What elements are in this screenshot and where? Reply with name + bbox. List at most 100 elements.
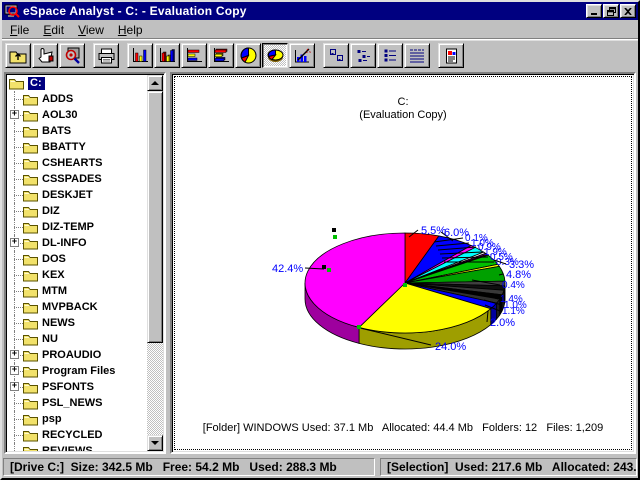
list-view-icon bbox=[383, 48, 398, 63]
tree-item-label: REVIEWS bbox=[42, 445, 93, 451]
expand-plus-icon[interactable]: + bbox=[10, 382, 19, 391]
restore-icon bbox=[607, 7, 616, 16]
tree-item-label: DIZ-TEMP bbox=[42, 221, 94, 233]
folder-icon bbox=[23, 157, 38, 170]
scroll-up-button[interactable] bbox=[147, 75, 163, 91]
folder-icon bbox=[23, 397, 38, 410]
tree-item-aol30[interactable]: +AOL30 bbox=[7, 107, 147, 123]
anchor-marker bbox=[322, 265, 326, 269]
hbar-chart-3d-button[interactable] bbox=[208, 43, 234, 68]
tree-item-bbatty[interactable]: BBATTY bbox=[7, 139, 147, 155]
anchor-marker bbox=[332, 228, 336, 232]
tree-item-proaudio[interactable]: +PROAUDIO bbox=[7, 347, 147, 363]
tree-item-bats[interactable]: BATS bbox=[7, 123, 147, 139]
details-view-button[interactable] bbox=[404, 43, 430, 68]
tree-item-recycled[interactable]: RECYCLED bbox=[7, 427, 147, 443]
tree-item-label: Program Files bbox=[42, 365, 115, 377]
hbar-chart-button[interactable] bbox=[181, 43, 207, 68]
pie-chart-icon bbox=[240, 47, 257, 64]
window-title: eSpace Analyst - C: - Evaluation Copy bbox=[23, 4, 585, 18]
folder-icon bbox=[23, 253, 38, 266]
details-view-icon bbox=[409, 48, 425, 63]
pie-chart-3d-button[interactable] bbox=[262, 43, 288, 68]
tree-item-diz[interactable]: DIZ bbox=[7, 203, 147, 219]
tree-item-label: psp bbox=[42, 413, 62, 425]
tree-line: + bbox=[9, 347, 23, 363]
analyze-zoom-button[interactable] bbox=[59, 43, 85, 68]
app-window: eSpace Analyst - C: - Evaluation Copy Fi… bbox=[0, 0, 640, 480]
large-icons-view-button[interactable] bbox=[323, 43, 349, 68]
tree-item-label: BBATTY bbox=[42, 141, 86, 153]
menu-file[interactable]: File bbox=[3, 21, 36, 39]
tree-item-cshearts[interactable]: CSHEARTS bbox=[7, 155, 147, 171]
folder-icon bbox=[23, 301, 38, 314]
hbar-chart-3d-icon bbox=[213, 48, 229, 63]
pointing-hand-icon bbox=[37, 48, 54, 63]
folder-icon bbox=[23, 333, 38, 346]
scrollbar-thumb[interactable] bbox=[147, 91, 163, 343]
expand-plus-icon[interactable]: + bbox=[10, 110, 19, 119]
tree-item-label: DESKJET bbox=[42, 189, 93, 201]
tree-item-program-files[interactable]: + Program Files bbox=[7, 363, 147, 379]
tree-item-psp[interactable]: psp bbox=[7, 411, 147, 427]
expand-plus-icon[interactable]: + bbox=[10, 366, 19, 375]
tree-item-psfonts[interactable]: +PSFONTS bbox=[7, 379, 147, 395]
small-icons-view-button[interactable] bbox=[350, 43, 376, 68]
close-button[interactable] bbox=[620, 4, 636, 18]
status-drive-panel: [Drive C:] Size: 342.5 Mb Free: 54.2 Mb … bbox=[3, 458, 375, 476]
folder-icon bbox=[23, 285, 38, 298]
tree-item-nu[interactable]: NU bbox=[7, 331, 147, 347]
tree-item-reviews[interactable]: REVIEWS bbox=[7, 443, 147, 451]
tree-item-csspades[interactable]: CSSPADES bbox=[7, 171, 147, 187]
report-button[interactable] bbox=[438, 43, 464, 68]
expand-plus-icon[interactable]: + bbox=[10, 350, 19, 359]
pie-chart-button[interactable] bbox=[235, 43, 261, 68]
folder-icon bbox=[23, 125, 38, 138]
expand-plus-icon[interactable]: + bbox=[10, 238, 19, 247]
bar-chart-button[interactable] bbox=[127, 43, 153, 68]
pie-chart-canvas[interactable]: 42.4%24.0%5.5%6.0%0.1%1.0%0.9%1.9%0.5%0.… bbox=[172, 74, 634, 452]
scroll-down-button[interactable] bbox=[147, 435, 163, 451]
tree-item-c-[interactable]: C: bbox=[7, 75, 147, 91]
anchor-marker bbox=[327, 268, 331, 272]
large-icons-icon bbox=[329, 48, 344, 63]
tree-scrollbar[interactable] bbox=[147, 75, 163, 451]
print-button[interactable] bbox=[93, 43, 119, 68]
title-bar[interactable]: eSpace Analyst - C: - Evaluation Copy bbox=[2, 2, 638, 20]
list-view-button[interactable] bbox=[377, 43, 403, 68]
anchor-marker bbox=[403, 283, 407, 287]
tree-line bbox=[9, 395, 23, 411]
pie-label: 42.4% bbox=[272, 263, 303, 275]
menu-view[interactable]: View bbox=[71, 21, 111, 39]
tree-item-diz-temp[interactable]: DIZ-TEMP bbox=[7, 219, 147, 235]
tree-item-label: CSSPADES bbox=[42, 173, 102, 185]
tree-item-kex[interactable]: KEX bbox=[7, 267, 147, 283]
tree-item-label: BATS bbox=[42, 125, 71, 137]
select-hand-button[interactable] bbox=[32, 43, 58, 68]
folder-tree: C:ADDS+AOL30 BATS BBATTY CSHEARTS CSSPADES DE… bbox=[7, 75, 147, 451]
bar-chart-3d-button[interactable] bbox=[154, 43, 180, 68]
arrow-down-icon bbox=[151, 441, 159, 445]
menu-edit[interactable]: Edit bbox=[36, 21, 71, 39]
folder-icon bbox=[23, 141, 38, 154]
tree-item-adds[interactable]: ADDS bbox=[7, 91, 147, 107]
minimize-button[interactable] bbox=[586, 4, 602, 18]
tree-item-psl-news[interactable]: PSL_NEWS bbox=[7, 395, 147, 411]
tree-line bbox=[9, 299, 23, 315]
tree-item-news[interactable]: NEWS bbox=[7, 315, 147, 331]
chart-panel: C: (Evaluation Copy) 42.4%24.0%5.5%6.0%0… bbox=[170, 72, 636, 454]
tree-line: + bbox=[9, 107, 23, 123]
tree-line bbox=[9, 91, 23, 107]
folder-icon bbox=[23, 365, 38, 378]
tree-item-dos[interactable]: DOS bbox=[7, 251, 147, 267]
folder-icon bbox=[23, 221, 38, 234]
tree-item-mtm[interactable]: MTM bbox=[7, 283, 147, 299]
chart-wizard-button[interactable] bbox=[289, 43, 315, 68]
tree-item-mvpback[interactable]: MVPBACK bbox=[7, 299, 147, 315]
up-one-level-button[interactable] bbox=[5, 43, 31, 68]
tree-item-label: NEWS bbox=[42, 317, 75, 329]
restore-button[interactable] bbox=[603, 4, 619, 18]
tree-item-deskjet[interactable]: DESKJET bbox=[7, 187, 147, 203]
menu-help[interactable]: Help bbox=[111, 21, 150, 39]
tree-item-dl-info[interactable]: +DL-INFO bbox=[7, 235, 147, 251]
